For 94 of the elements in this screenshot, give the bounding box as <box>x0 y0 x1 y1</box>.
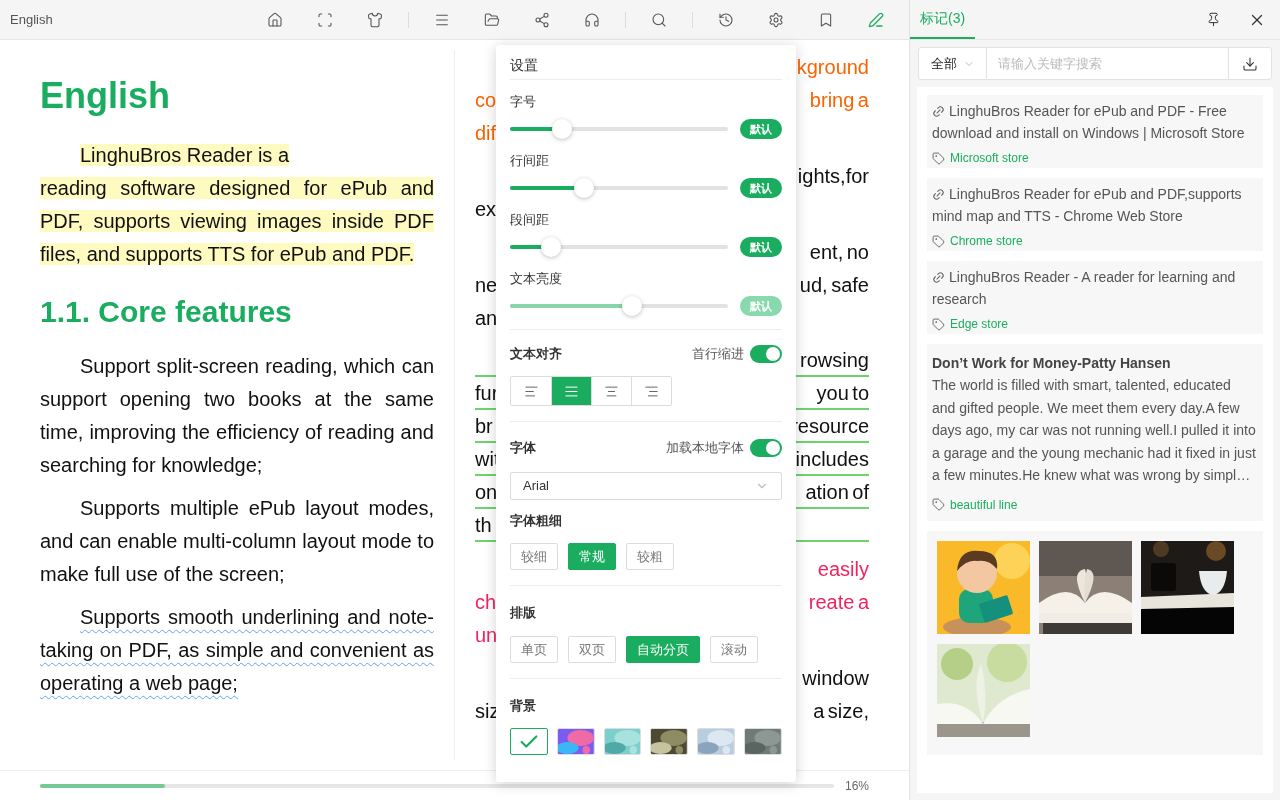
paragraph: Support split-screen reading, which can support opening two books at the same time, improving the efficiency of reading and searching for knowledge; <box>40 354 434 478</box>
paragraph-text: ch <box>475 589 497 615</box>
pin-icon[interactable] <box>1206 12 1221 27</box>
align-button[interactable] <box>631 377 671 405</box>
reset-button[interactable]: 默认 <box>740 237 782 257</box>
slider-thumb[interactable] <box>552 119 573 139</box>
align-justify-icon <box>564 383 579 399</box>
filter-dropdown[interactable]: 全部 <box>918 47 987 80</box>
link-text: LinghuBros Reader for ePub and PDF,supports mind map and TTS - Chrome Web Store <box>932 183 1258 227</box>
toggle-label: 首行缩进 <box>692 345 744 364</box>
option-button[interactable]: 较粗 <box>626 543 674 570</box>
option-button[interactable]: 双页 <box>568 636 616 663</box>
reset-button[interactable]: 默认 <box>740 178 782 198</box>
section-label: 字体粗细 <box>510 512 563 530</box>
tag-icon <box>932 498 945 511</box>
paragraph: Supports smooth underlining and note-taking on PDF, as simple and convenient as operating a web page; <box>40 605 434 696</box>
paragraph-text: un <box>475 622 498 648</box>
book-title: English <box>10 10 53 29</box>
link-text: LinghuBros Reader - A reader for learning and research <box>932 266 1258 310</box>
chapter-heading: English <box>40 74 171 117</box>
slider-label: 字号 <box>510 93 537 111</box>
link-card[interactable]: LinghuBros Reader - A reader for learning and research Edge store <box>927 261 1263 334</box>
font-select[interactable]: Arial <box>510 472 782 500</box>
paragraph-text: rowsing <box>800 347 869 373</box>
slider-thumb[interactable] <box>574 178 595 198</box>
slider-label: 文本亮度 <box>510 270 563 288</box>
align-right-icon <box>644 383 659 399</box>
tag-label[interactable]: beautiful line <box>950 495 1018 514</box>
link-text: LinghuBros Reader for ePub and PDF - Free download and install on Windows | Microsoft Store <box>932 100 1258 144</box>
slider-thumb[interactable] <box>622 296 643 316</box>
align-button[interactable] <box>551 377 591 405</box>
paragraph-text: on <box>475 479 498 505</box>
option-button[interactable]: 自动分页 <box>626 636 700 663</box>
paragraph-text: ation of <box>805 479 869 505</box>
option-button[interactable]: 单页 <box>510 636 558 663</box>
tag-label[interactable]: Microsoft store <box>950 149 1029 167</box>
paragraph: LinghuBros Reader is a reading software designed for ePub and PDF, supports viewing images inside PDF files, and supports TTS for ePub and PDF. <box>40 143 434 267</box>
paragraph-text: resource <box>791 413 869 439</box>
progress-track[interactable] <box>40 783 834 788</box>
paragraph-text: co <box>475 87 497 113</box>
slider-label: 行间距 <box>510 152 550 170</box>
paragraph-text: br <box>475 413 493 439</box>
popover-title: 设置 <box>510 45 782 80</box>
paragraph-text: an <box>475 305 498 331</box>
paragraph-text: ights,for <box>797 163 869 189</box>
tag-icon <box>932 234 945 248</box>
option-button[interactable]: 较细 <box>510 543 558 570</box>
search-field[interactable]: 请输入关键字搜索 <box>987 47 1228 80</box>
option-button[interactable]: 滚动 <box>710 636 758 663</box>
paragraph-text: ent, no <box>809 239 869 265</box>
paragraph-text: fur <box>475 380 499 406</box>
paragraph-text: easily <box>817 556 869 582</box>
section-heading: 1.1. Core features <box>40 294 293 330</box>
section-label: 文本对齐 <box>510 345 562 364</box>
paragraph-text: includes <box>795 446 869 472</box>
note-title: Don’t Work for Money-Patty Hansen <box>932 354 1172 373</box>
paragraph-text: bring a <box>809 87 869 113</box>
progress-percent: 16% <box>844 777 869 795</box>
download-button[interactable] <box>1228 47 1272 80</box>
paragraph-text: a size, <box>813 698 869 724</box>
slider-label: 段间距 <box>510 211 550 229</box>
section-label: 排版 <box>510 604 537 622</box>
paragraph: Supports multiple ePub layout modes, and can enable multi-column layout mode to make full use of the screen; <box>40 496 434 587</box>
reset-button[interactable]: 默认 <box>740 119 782 139</box>
tag-icon <box>932 151 945 165</box>
tag-label[interactable]: Edge store <box>950 315 1009 333</box>
toggle-label: 加载本地字体 <box>666 439 744 458</box>
panel-tab[interactable]: 标记(3) <box>910 0 976 39</box>
tag-icon <box>932 317 945 331</box>
reset-button[interactable]: 默认 <box>740 296 782 316</box>
background-swatch[interactable] <box>510 728 548 755</box>
option-button[interactable]: 常规 <box>568 543 616 570</box>
tag-label[interactable]: Chrome store <box>950 232 1023 250</box>
paragraph-text: ud, safe <box>799 272 869 298</box>
paragraph-text: reate a <box>808 589 869 615</box>
paragraph-text: you to <box>816 380 869 406</box>
note-text: The world is filled with smart, talented, educated and gifted people. We meet them every day.A few days ago, my car was not running well.I pulled it into a garage and the young mechanic had it fixed in just a few minutes.He knew what was wrong by simpl… <box>932 376 1257 485</box>
paragraph-text: window <box>802 665 869 691</box>
align-left-icon <box>523 383 539 399</box>
download-icon <box>1242 55 1258 72</box>
paragraph-text: kground <box>796 54 869 80</box>
paragraph-text: dif <box>475 120 497 146</box>
section-label: 背景 <box>510 697 537 715</box>
toggle-switch[interactable] <box>750 439 782 457</box>
link-card[interactable]: LinghuBros Reader for ePub and PDF,supports mind map and TTS - Chrome Web Store Chrome store <box>927 178 1263 251</box>
section-label: 字体 <box>510 439 536 458</box>
paragraph-text: ne <box>475 272 498 298</box>
note-card[interactable] <box>927 344 1263 521</box>
paragraph-text: ex <box>475 196 497 222</box>
link-card[interactable]: LinghuBros Reader for ePub and PDF - Free download and install on Windows | Microsoft Store Microsoft store <box>927 95 1263 168</box>
align-center-icon <box>604 383 619 399</box>
slider-thumb[interactable] <box>541 237 562 257</box>
paragraph-text: th <box>475 512 492 538</box>
toggle-switch[interactable] <box>750 345 782 363</box>
